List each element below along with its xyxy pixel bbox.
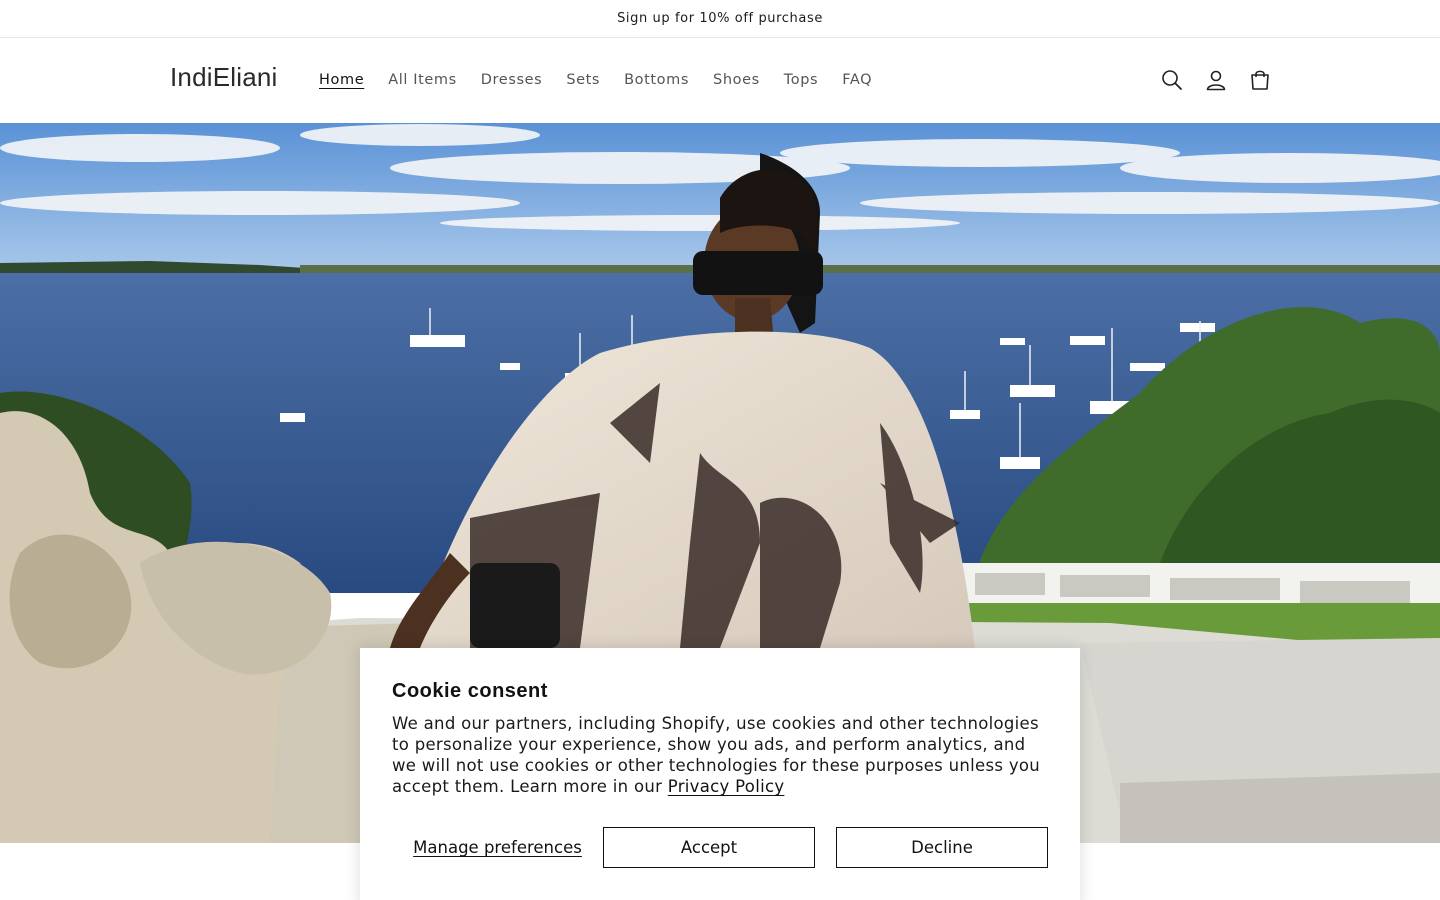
nav-shoes[interactable]: Shoes [701, 69, 772, 91]
cart-button[interactable] [1238, 58, 1282, 102]
cookie-title: Cookie consent [392, 680, 548, 702]
nav-sets[interactable]: Sets [554, 69, 612, 91]
cookie-description: We and our partners, including Shopify, … [392, 713, 1052, 797]
cart-icon [1251, 70, 1269, 90]
decline-button[interactable]: Decline [836, 827, 1048, 868]
privacy-policy-link[interactable]: Privacy Policy [668, 777, 785, 796]
nav-all-items[interactable]: All Items [376, 69, 469, 91]
cookie-actions: Manage preferences Accept Decline [392, 827, 1048, 868]
nav-bottoms[interactable]: Bottoms [612, 69, 701, 91]
accept-button[interactable]: Accept [603, 827, 815, 868]
header-icons [1150, 58, 1282, 102]
announcement-text: Sign up for 10% off purchase [617, 11, 823, 26]
search-button[interactable] [1150, 58, 1194, 102]
account-button[interactable] [1194, 58, 1238, 102]
nav-home[interactable]: Home [307, 69, 376, 91]
cookie-consent-dialog: Cookie consent We and our partners, incl… [360, 648, 1080, 900]
nav-dresses[interactable]: Dresses [469, 69, 555, 91]
announcement-bar: Sign up for 10% off purchase [0, 0, 1440, 38]
account-icon [1206, 70, 1226, 91]
nav-tops[interactable]: Tops [772, 69, 830, 91]
nav-faq[interactable]: FAQ [830, 69, 884, 91]
manage-preferences-button[interactable]: Manage preferences [392, 827, 603, 868]
search-icon [1162, 70, 1182, 90]
store-logo[interactable]: IndiEliani [170, 62, 278, 93]
site-header: IndiEliani Home All Items Dresses Sets B… [0, 38, 1440, 123]
main-nav: Home All Items Dresses Sets Bottoms Shoe… [307, 69, 884, 91]
